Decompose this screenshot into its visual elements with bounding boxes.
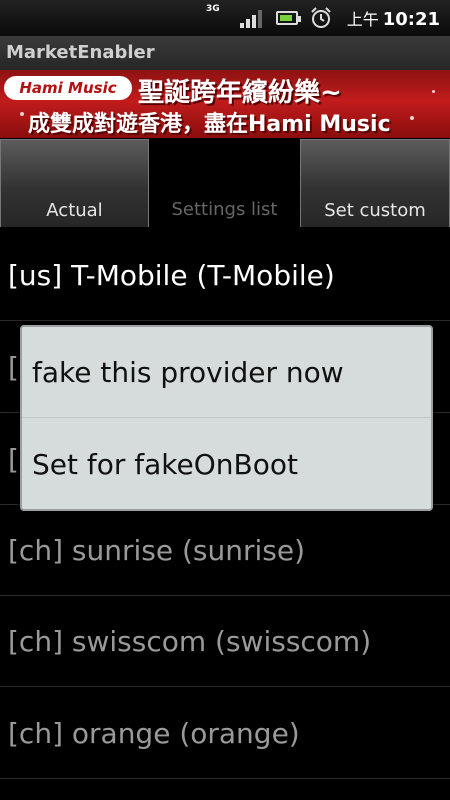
clock-time: 10:21	[382, 9, 440, 30]
tab-actual[interactable]: Actual	[0, 139, 149, 227]
tab-settings-list[interactable]: Settings list	[149, 139, 300, 227]
tab-bar: Actual Settings list Set custom	[0, 139, 450, 227]
status-bar: 3G 上午 10:21	[0, 0, 450, 36]
network-3g-icon: 3G	[206, 5, 220, 14]
tab-settings-list-label: Settings list	[171, 199, 278, 220]
ad-banner[interactable]: Hami Music 聖誕跨年繽紛樂~ 成雙成對遊香港，盡在Hami Music	[0, 70, 450, 138]
app-title: MarketEnabler	[6, 42, 155, 63]
set-fake-on-boot-option[interactable]: Set for fakeOnBoot	[22, 419, 431, 510]
hami-music-logo: Hami Music	[4, 76, 132, 100]
tab-set-custom[interactable]: Set custom	[300, 139, 450, 227]
fake-provider-now-option[interactable]: fake this provider now	[22, 327, 431, 418]
tab-actual-label: Actual	[46, 200, 103, 221]
alarm-clock-icon	[311, 7, 331, 28]
app-title-bar: MarketEnabler	[0, 36, 450, 70]
list-item[interactable]: [us] T-Mobile (T-Mobile)	[0, 230, 450, 321]
context-menu-dialog: fake this provider now Set for fakeOnBoo…	[20, 325, 433, 511]
list-item[interactable]: [ch] sunrise (sunrise)	[0, 505, 450, 596]
network-type-label: 3G	[206, 4, 220, 14]
clock-ampm: 上午	[346, 10, 379, 29]
status-clock: 上午 10:21	[347, 6, 440, 30]
tab-set-custom-label: Set custom	[324, 200, 426, 221]
banner-subline: 成雙成對遊香港，盡在Hami Music	[28, 112, 391, 137]
battery-icon	[276, 11, 301, 25]
list-item[interactable]: [ch] orange (orange)	[0, 688, 450, 779]
banner-headline: 聖誕跨年繽紛樂~	[138, 78, 342, 108]
list-item[interactable]: [ch] swisscom (swisscom)	[0, 596, 450, 687]
signal-strength-icon	[240, 10, 262, 28]
